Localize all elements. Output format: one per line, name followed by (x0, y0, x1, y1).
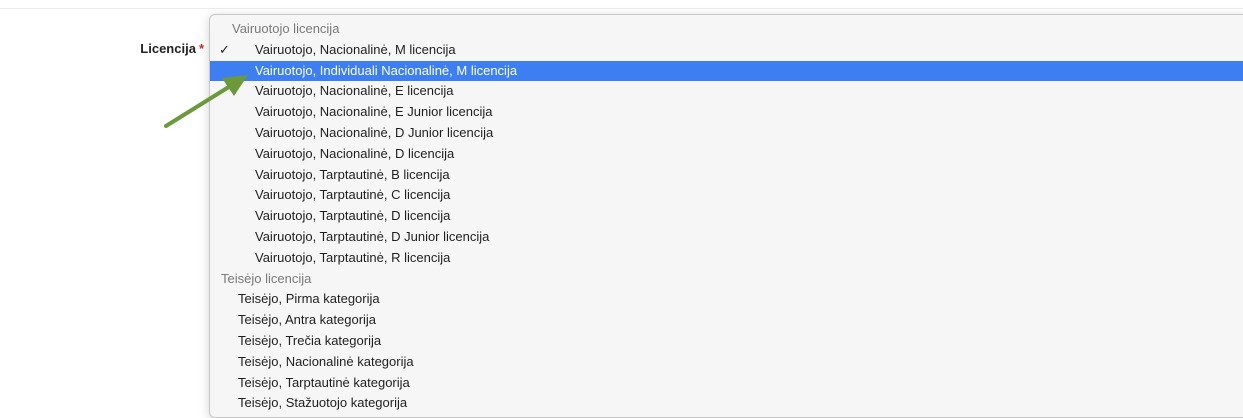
optgroup-label-vairuotojo: Vairuotojo licencija (232, 21, 340, 36)
option-label: Teisėjo, Stažuotojo kategorija (238, 395, 408, 411)
option-label: Vairuotojo, Tarptautinė, D licencija (255, 208, 451, 224)
option-label: Vairuotojo, Tarptautinė, C licencija (255, 187, 451, 203)
option-label: Teisėjo, Antra kategorija (238, 312, 377, 328)
dropdown-option[interactable]: Teisėjo, Nacionalinė kategorija (210, 352, 1243, 373)
dropdown-option[interactable]: Vairuotojo, Nacionalinė, E licencija (210, 81, 1243, 102)
dropdown-option[interactable]: Teisėjo, Tarptautinė kategorija (210, 373, 1243, 394)
dropdown-option[interactable]: Vairuotojo, Tarptautinė, D Junior licenc… (210, 227, 1243, 248)
option-label: Vairuotojo, Nacionalinė, M licencija (255, 41, 456, 57)
option-label: Vairuotojo, Tarptautinė, B licencija (255, 166, 450, 182)
option-label: Vairuotojo, Nacionalinė, D Junior licenc… (255, 124, 494, 140)
page: Licencija * Vairuotojo licencija ✓ Vairuo… (0, 0, 1243, 418)
option-label: Vairuotojo, Individuali Nacionalinė, M l… (255, 62, 518, 78)
option-label: Teisėjo, Nacionalinė kategorija (238, 353, 414, 369)
dropdown-option[interactable]: Vairuotojo, Tarptautinė, D licencija (210, 206, 1243, 227)
option-label: Vairuotojo, Tarptautinė, R licencija (255, 249, 451, 265)
option-label: Teisėjo, Pirma kategorija (238, 291, 380, 307)
option-label: Vairuotojo, Nacionalinė, E licencija (255, 83, 454, 99)
option-label: Vairuotojo, Nacionalinė, E Junior licenc… (255, 104, 493, 120)
option-label: Teisėjo, Trečia kategorija (238, 332, 382, 348)
dropdown-option[interactable]: Vairuotojo, Nacionalinė, D Junior licenc… (210, 123, 1243, 144)
required-marker: * (198, 41, 204, 56)
dropdown-option[interactable]: Vairuotojo, Tarptautinė, B licencija (210, 165, 1243, 186)
dropdown-option[interactable]: Teisėjo, Stažuotojo kategorija (210, 393, 1243, 414)
optgroup-label-teisejo: Teisėjo licencija (221, 270, 312, 286)
dropdown-option[interactable]: Vairuotojo, Nacionalinė, E Junior licenc… (210, 102, 1243, 123)
licencija-dropdown-list[interactable]: Vairuotojo licencija ✓ Vairuotojo, Nacio… (209, 14, 1243, 418)
dropdown-option[interactable]: Teisėjo, Pirma kategorija (210, 289, 1243, 310)
top-divider (0, 8, 1243, 9)
checkmark-icon: ✓ (219, 41, 230, 57)
option-label: Vairuotojo, Tarptautinė, D Junior licenc… (255, 228, 490, 244)
option-label: Teisėjo, Tarptautinė kategorija (238, 374, 410, 390)
dropdown-option[interactable]: Vairuotojo, Nacionalinė, D licencija (210, 144, 1243, 165)
licencija-label-text: Licencija (140, 41, 196, 56)
dropdown-option[interactable]: Vairuotojo, Tarptautinė, R licencija (210, 248, 1243, 269)
dropdown-option[interactable]: ✓ Vairuotojo, Nacionalinė, M licencija (210, 40, 1243, 61)
licencija-field-label: Licencija * (100, 40, 204, 57)
dropdown-option-highlighted[interactable]: Vairuotojo, Individuali Nacionalinė, M l… (210, 60, 1243, 82)
dropdown-option[interactable]: Vairuotojo, Tarptautinė, C licencija (210, 185, 1243, 206)
dropdown-option[interactable]: Teisėjo, Trečia kategorija (210, 331, 1243, 352)
option-label: Vairuotojo, Nacionalinė, D licencija (255, 145, 455, 161)
dropdown-option[interactable]: Teisėjo, Antra kategorija (210, 310, 1243, 331)
